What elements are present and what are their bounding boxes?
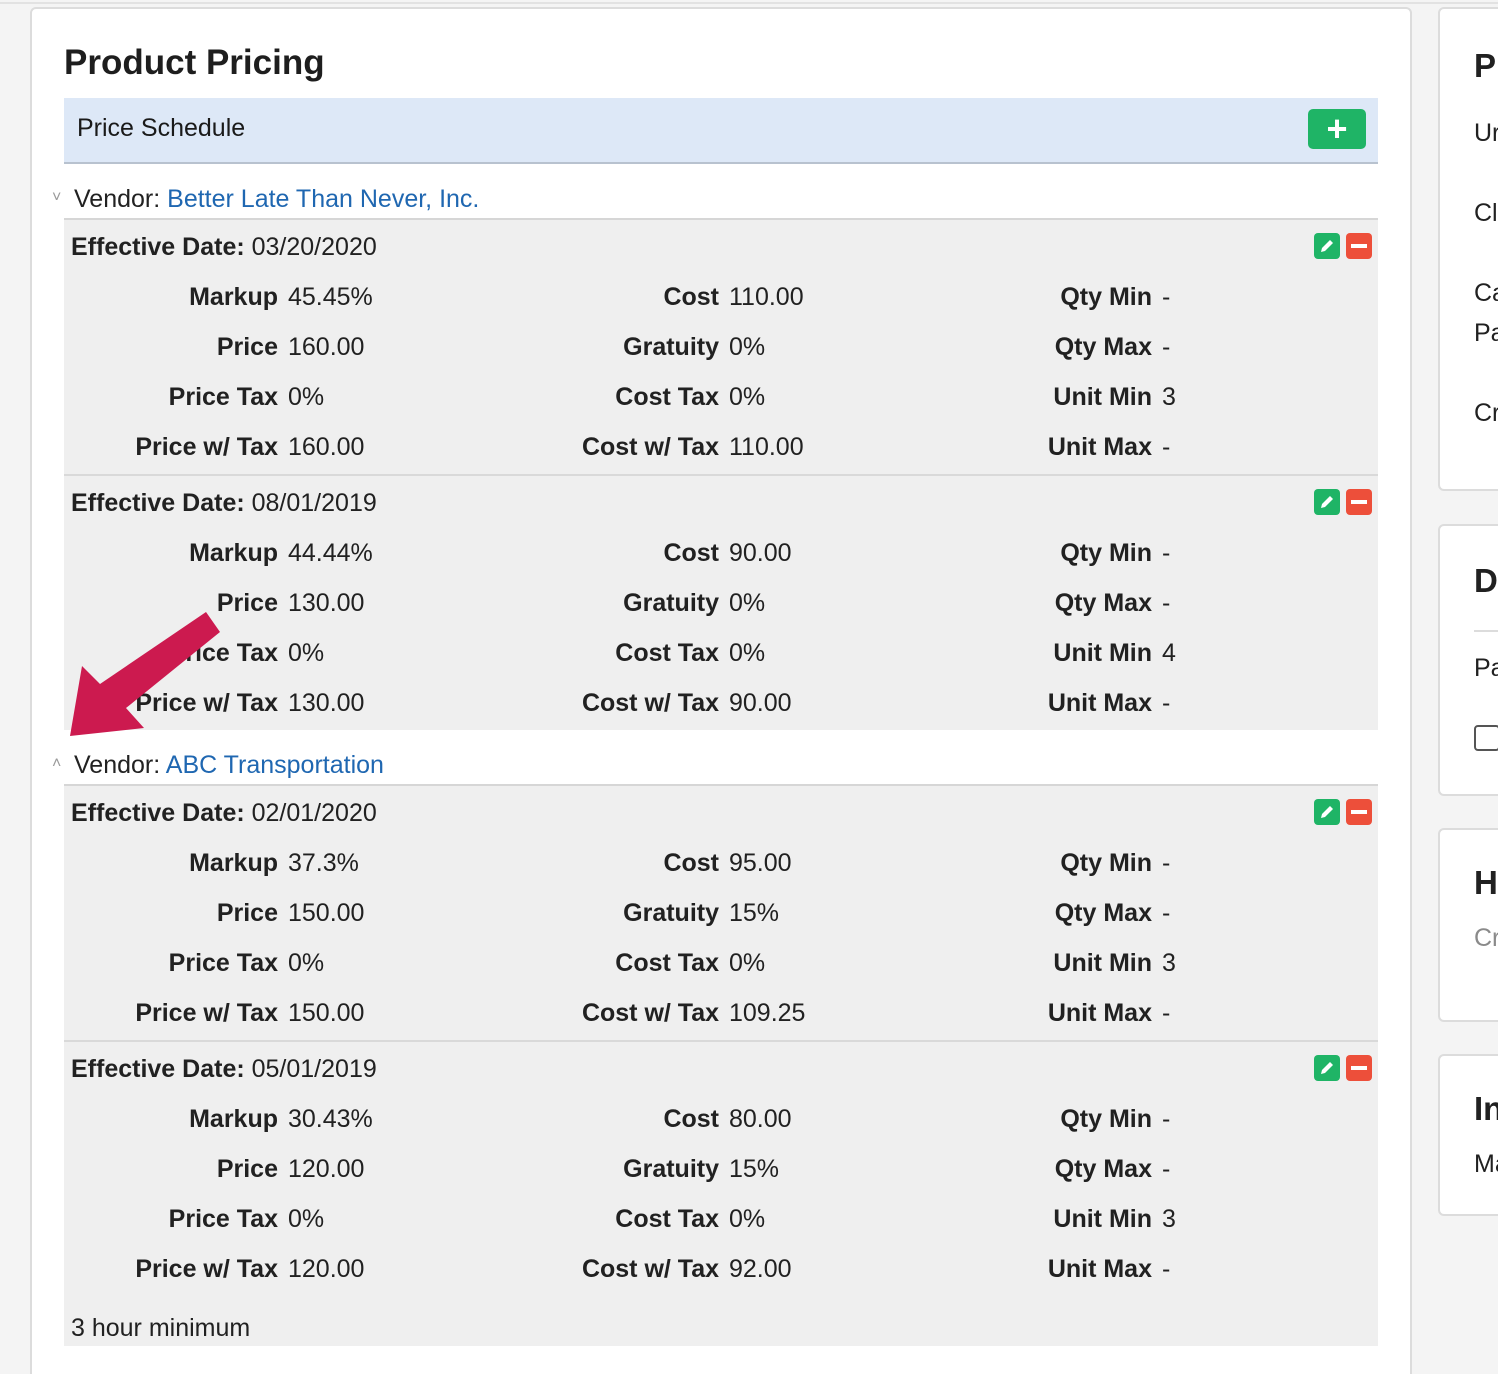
unit-max-value: - [1162, 999, 1171, 1027]
delete-icon[interactable] [1346, 233, 1372, 259]
side-card-title: Pr [1474, 47, 1498, 84]
qty-min-value: - [1162, 539, 1171, 567]
qty-min-value: - [1162, 849, 1171, 877]
delete-icon[interactable] [1346, 799, 1372, 825]
edit-icon[interactable] [1314, 1055, 1340, 1081]
effective-date: Effective Date: 08/01/2019 [71, 489, 377, 517]
divider [1474, 630, 1498, 632]
side-card: De Pa [1438, 524, 1498, 796]
side-card-line: Pa [1474, 319, 1498, 347]
side-card-line: Ma [1474, 1150, 1498, 1178]
side-card-line: Ur [1474, 119, 1498, 147]
price-entry: Effective Date: 08/01/2019 Markup 44.44% … [64, 476, 1378, 730]
effective-date: Effective Date: 05/01/2019 [71, 1055, 377, 1083]
chevron-down-icon[interactable]: ˅ [52, 190, 66, 206]
unit-min-value: 3 [1162, 1205, 1176, 1233]
delete-icon[interactable] [1346, 489, 1372, 515]
top-divider [0, 0, 1498, 4]
vendor-link[interactable]: Better Late Than Never, Inc. [167, 185, 479, 213]
effective-date: Effective Date: 03/20/2020 [71, 233, 377, 261]
side-card-line: Ca [1474, 279, 1498, 307]
side-card-line: Pa [1474, 654, 1498, 682]
delete-icon[interactable] [1346, 1055, 1372, 1081]
page-title: Product Pricing [64, 43, 325, 82]
side-card-line: Cl [1474, 199, 1498, 227]
side-card-line: Cr [1474, 399, 1498, 427]
price-entry: Effective Date: 05/01/2019 Markup 30.43% … [64, 1042, 1378, 1346]
unit-min-value: 3 [1162, 949, 1176, 977]
side-card: H Cr [1438, 828, 1498, 1022]
checkbox[interactable] [1474, 725, 1498, 751]
unit-max-value: - [1162, 689, 1171, 717]
qty-min-value: - [1162, 1105, 1171, 1133]
side-card: Pr Ur Cl Ca Pa Cr [1438, 7, 1498, 491]
price-entry: Effective Date: 03/20/2020 Markup 45.45% … [64, 220, 1378, 476]
unit-max-value: - [1162, 1255, 1171, 1283]
vendor-label: Vendor: [74, 185, 161, 213]
side-card-title: In [1474, 1090, 1498, 1127]
edit-icon[interactable] [1314, 489, 1340, 515]
add-price-schedule-button[interactable]: + [1308, 109, 1366, 149]
side-card-title: H [1474, 864, 1498, 901]
product-pricing-card: Product Pricing Price Schedule + ˅ Vendo… [30, 7, 1412, 1374]
price-schedule-label: Price Schedule [77, 114, 246, 142]
qty-max-value: - [1162, 333, 1171, 361]
side-card-title: De [1474, 562, 1498, 599]
qty-max-value: - [1162, 899, 1171, 927]
unit-max-value: - [1162, 433, 1171, 461]
price-schedule-header: Price Schedule + [64, 98, 1378, 164]
side-card-line: Cr [1474, 924, 1498, 952]
qty-max-value: - [1162, 589, 1171, 617]
qty-min-value: - [1162, 283, 1171, 311]
unit-min-value: 4 [1162, 639, 1176, 667]
entry-note: 3 hour minimum [71, 1314, 251, 1342]
vendor-label: Vendor: [74, 751, 161, 779]
edit-icon[interactable] [1314, 233, 1340, 259]
vendor-link[interactable]: ABC Transportation [166, 751, 384, 779]
price-entry: Effective Date: 02/01/2020 Markup 37.3% P… [64, 786, 1378, 1042]
annotation-arrow-icon [70, 612, 220, 736]
chevron-up-icon[interactable]: ˄ [52, 756, 66, 772]
qty-max-value: - [1162, 1155, 1171, 1183]
unit-min-value: 3 [1162, 383, 1176, 411]
edit-icon[interactable] [1314, 799, 1340, 825]
side-card: In Ma [1438, 1054, 1498, 1216]
effective-date: Effective Date: 02/01/2020 [71, 799, 377, 827]
